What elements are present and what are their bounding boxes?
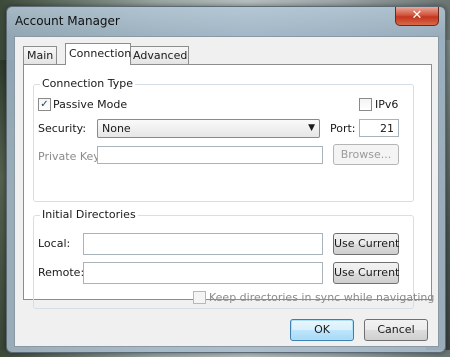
security-dropdown[interactable]: None ▼	[97, 119, 320, 138]
keep-sync-label: Keep directories in sync while navigatin…	[209, 291, 435, 304]
initial-directories-title: Initial Directories	[40, 208, 138, 221]
tab-main[interactable]: Main	[23, 46, 57, 64]
tab-main-label: Main	[27, 49, 54, 62]
cancel-button[interactable]: Cancel	[364, 319, 428, 341]
chevron-down-icon: ▼	[308, 123, 315, 133]
remote-use-current-button[interactable]: Use Current	[333, 262, 399, 284]
connection-type-title: Connection Type	[40, 77, 136, 90]
port-label: Port:	[330, 122, 356, 135]
account-manager-window: Account Manager ✕ Main Connection Advanc…	[6, 6, 446, 353]
remote-label: Remote:	[38, 266, 85, 279]
connection-tab-panel: Connection Type ✓ Passive Mode IPv6 Secu…	[23, 64, 434, 309]
tab-connection[interactable]: Connection	[65, 43, 131, 65]
local-directory-input[interactable]	[83, 233, 323, 255]
ipv6-label: IPv6	[375, 98, 399, 111]
ipv6-checkbox[interactable]	[359, 98, 372, 111]
check-icon: ✓	[40, 99, 49, 110]
tab-advanced[interactable]: Advanced	[129, 46, 189, 64]
passive-mode-checkbox[interactable]: ✓	[38, 98, 51, 111]
private-key-label: Private Key:	[38, 150, 103, 163]
ok-button[interactable]: OK	[290, 319, 354, 341]
keep-sync-checkbox[interactable]	[193, 291, 206, 304]
connection-type-group: Connection Type ✓ Passive Mode IPv6 Secu…	[33, 77, 414, 202]
security-label: Security:	[38, 122, 87, 135]
private-key-input[interactable]	[97, 146, 323, 164]
close-icon: ✕	[411, 8, 423, 23]
dialog-client-area: Main Connection Advanced Connection Type…	[14, 36, 439, 347]
tab-connection-label: Connection	[69, 47, 132, 60]
security-value: None	[102, 122, 131, 135]
window-title: Account Manager	[15, 14, 120, 28]
remote-directory-input[interactable]	[83, 262, 323, 284]
local-label: Local:	[38, 237, 71, 250]
local-use-current-button[interactable]: Use Current	[333, 233, 399, 255]
passive-mode-label: Passive Mode	[53, 98, 128, 111]
initial-directories-group: Initial Directories Local: Use Current R…	[33, 208, 434, 309]
close-button[interactable]: ✕	[395, 7, 439, 26]
tab-advanced-label: Advanced	[133, 49, 188, 62]
browse-button[interactable]: Browse...	[333, 144, 399, 165]
port-input[interactable]: 21	[359, 119, 399, 137]
